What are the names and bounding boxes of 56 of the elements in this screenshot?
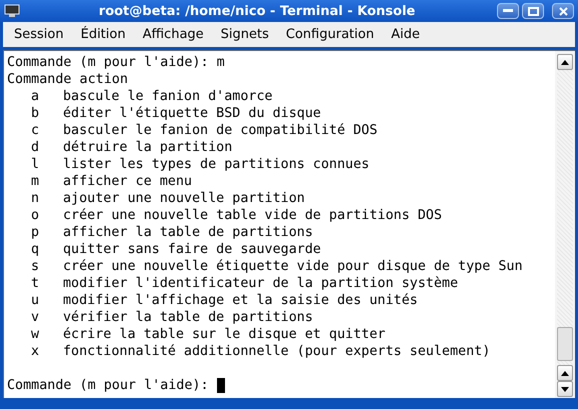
option-key: t xyxy=(7,275,63,292)
option-description: quitter sans faire de sauvegarde xyxy=(63,241,321,258)
option-key: l xyxy=(7,156,63,173)
option-description: modifier l'identificateur de la partition système xyxy=(63,275,458,292)
scrollbar-thumb[interactable] xyxy=(557,327,573,361)
option-description: afficher ce menu xyxy=(63,173,192,190)
scroll-down-button[interactable] xyxy=(557,381,573,397)
window-title: root@beta: /home/nico - Terminal - Konsole xyxy=(98,4,416,18)
down-arrow-icon xyxy=(561,386,569,392)
option-key: x xyxy=(7,343,63,360)
menu-item[interactable]: Configuration xyxy=(278,27,384,42)
minimize-button[interactable] xyxy=(497,3,519,19)
option-description: écrire la table sur le disque et quitter xyxy=(63,326,386,343)
up-arrow-icon xyxy=(561,370,569,376)
option-key: v xyxy=(7,309,63,326)
minimize-icon xyxy=(503,9,513,13)
option-description: ajouter une nouvelle partition xyxy=(63,190,305,207)
option-description: bascule le fanion d'amorce xyxy=(63,88,273,105)
menu-item[interactable]: Édition xyxy=(72,27,135,42)
menu-item[interactable]: Signets xyxy=(212,27,278,42)
menu-item[interactable]: Aide xyxy=(383,27,429,42)
option-description: lister les types de partitions connues xyxy=(63,156,370,173)
terminal-icon xyxy=(4,4,20,18)
terminal-line: Commande action xyxy=(7,71,128,88)
maximize-button[interactable] xyxy=(522,3,544,19)
close-button[interactable] xyxy=(552,3,574,19)
maximize-icon xyxy=(528,6,538,16)
option-key: n xyxy=(7,190,63,207)
scroll-up-button[interactable] xyxy=(557,365,573,381)
option-description: modifier l'affichage et la saisie des unités xyxy=(63,292,418,309)
menu-item[interactable]: Affichage xyxy=(134,27,213,42)
option-description: fonctionnalité additionnelle (pour experts seulement) xyxy=(63,343,490,360)
option-description: créer une nouvelle étiquette vide pour disque de type Sun xyxy=(63,258,523,275)
option-description: afficher la table de partitions xyxy=(63,224,313,241)
close-icon xyxy=(558,6,568,16)
option-key: b xyxy=(7,105,63,122)
terminal-prompt: Commande (m pour l'aide): xyxy=(7,377,209,394)
option-key: m xyxy=(7,173,63,190)
up-arrow-icon xyxy=(561,60,569,64)
option-description: vérifier la table de partitions xyxy=(63,309,313,326)
option-key: p xyxy=(7,224,63,241)
option-description: créer une nouvelle table vide de partitions DOS xyxy=(63,207,442,224)
option-key: u xyxy=(7,292,63,309)
option-description: éditer l'étiquette BSD du disque xyxy=(63,105,321,122)
option-key: q xyxy=(7,241,63,258)
option-description: détruire la partition xyxy=(63,139,232,156)
option-key: c xyxy=(7,122,63,139)
scroll-up-button[interactable] xyxy=(557,54,573,70)
terminal-line: Commande (m pour l'aide): m xyxy=(7,54,225,71)
option-key: d xyxy=(7,139,63,156)
option-key: w xyxy=(7,326,63,343)
option-key: o xyxy=(7,207,63,224)
option-key: s xyxy=(7,258,63,275)
menu-item[interactable]: Session xyxy=(6,27,73,42)
option-description: basculer le fanion de compatibilité DOS xyxy=(63,122,378,139)
option-key: a xyxy=(7,88,63,105)
